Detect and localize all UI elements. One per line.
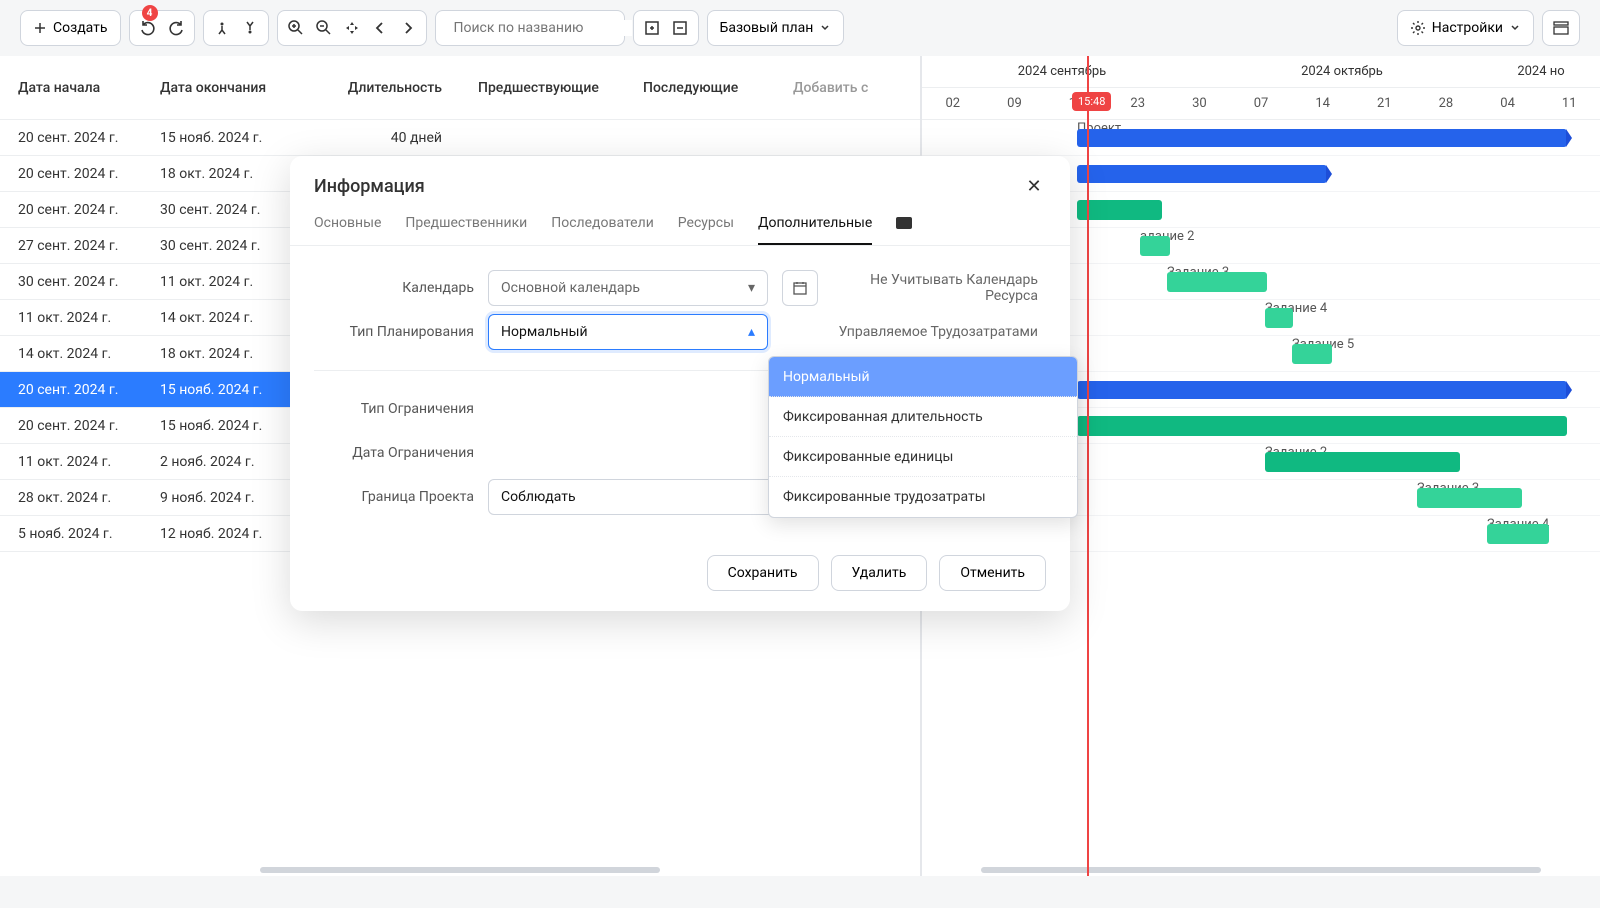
calendar-select[interactable]: Основной календарь▾ <box>488 270 768 306</box>
dropdown-option[interactable]: Фиксированные единицы <box>769 437 1077 477</box>
gantt-bar[interactable] <box>1077 381 1567 399</box>
modal-tabs: Основные Предшественники Последователи Р… <box>290 197 1070 246</box>
zoom-in-button[interactable] <box>284 16 308 40</box>
gantt-month: 2024 но <box>1482 56 1600 87</box>
zoom-fit-button[interactable] <box>340 16 364 40</box>
dropdown-option[interactable]: Нормальный <box>769 357 1077 397</box>
label-boundary: Граница Проекта <box>314 489 474 505</box>
view-group <box>633 10 699 46</box>
scheduling-dropdown: Нормальный Фиксированная длительность Фи… <box>768 356 1078 518</box>
gantt-day: 14 <box>1292 88 1354 120</box>
label-constraint: Тип Ограничения <box>314 401 474 417</box>
info-modal: Информация ✕ Основные Предшественники По… <box>290 156 1070 611</box>
tab-advanced[interactable]: Дополнительные <box>758 215 872 245</box>
gantt-day: 28 <box>1415 88 1477 120</box>
gantt-day: 04 <box>1477 88 1539 120</box>
aside-calendar: Не Учитывать Календарь Ресурса <box>832 272 1046 304</box>
gantt-bar[interactable] <box>1077 200 1162 220</box>
col-start[interactable]: Дата начала <box>0 80 150 96</box>
boundary-select[interactable]: Соблюдать▾ <box>488 479 808 515</box>
gantt-day: 02 <box>922 88 984 120</box>
collapse-button[interactable] <box>668 16 692 40</box>
zoom-out-button[interactable] <box>312 16 336 40</box>
grid-header: Дата начала Дата окончания Длительность … <box>0 56 920 120</box>
scheduling-select[interactable]: Нормальный▴ <box>488 314 768 350</box>
col-predecessors[interactable]: Предшествующие <box>460 80 625 96</box>
dropdown-option[interactable]: Фиксированная длительность <box>769 397 1077 437</box>
col-add[interactable]: Добавить с <box>775 80 895 96</box>
label-constraint-date: Дата Ограничения <box>314 445 474 461</box>
label-calendar: Календарь <box>314 280 474 296</box>
gantt-bar[interactable] <box>1077 416 1567 436</box>
cancel-button[interactable]: Отменить <box>939 555 1046 591</box>
gantt-day: 11 <box>1538 88 1600 120</box>
indent-button[interactable] <box>238 16 262 40</box>
gantt-scrollbar[interactable] <box>922 864 1600 876</box>
gantt-day: 30 <box>1169 88 1231 120</box>
gear-icon <box>1410 20 1426 36</box>
toolbar: Создать 4 Базовый план Настройки <box>0 0 1600 56</box>
gantt-day: 09 <box>984 88 1046 120</box>
gantt-day: 21 <box>1353 88 1415 120</box>
aside-scheduling: Управляемое Трудозатратами <box>782 324 1046 340</box>
gantt-bar[interactable] <box>1265 308 1293 328</box>
notes-icon[interactable] <box>896 217 912 229</box>
gantt-month: 2024 октябрь <box>1202 56 1482 87</box>
col-duration[interactable]: Длительность <box>310 80 460 96</box>
chevron-down-icon <box>819 22 831 34</box>
calendar-picker-button[interactable] <box>782 270 818 306</box>
table-row[interactable]: 20 сент. 2024 г.15 нояб. 2024 г.40 дней <box>0 120 920 156</box>
next-button[interactable] <box>396 16 420 40</box>
zoom-group <box>277 10 427 46</box>
modal-title: Информация <box>314 176 425 197</box>
chevron-down-icon <box>1509 22 1521 34</box>
indent-group <box>203 10 269 46</box>
delete-button[interactable]: Удалить <box>831 555 928 591</box>
prev-button[interactable] <box>368 16 392 40</box>
layout-toggle[interactable] <box>1542 10 1580 46</box>
gantt-bar[interactable] <box>1417 488 1522 508</box>
now-line <box>1087 56 1089 876</box>
gantt-month: 2024 сентябрь <box>922 56 1202 87</box>
gantt-bar[interactable] <box>1140 236 1170 256</box>
outdent-button[interactable] <box>210 16 234 40</box>
expand-button[interactable] <box>640 16 664 40</box>
gantt-day: 23 <box>1107 88 1169 120</box>
dropdown-option[interactable]: Фиксированные трудозатраты <box>769 477 1077 517</box>
tab-resources[interactable]: Ресурсы <box>678 215 734 245</box>
now-time-badge: 15:48 <box>1072 92 1111 111</box>
search-input[interactable] <box>435 10 625 46</box>
gantt-bar[interactable] <box>1077 165 1327 183</box>
tab-successors[interactable]: Последователи <box>551 215 654 245</box>
grid-scrollbar[interactable] <box>0 864 920 876</box>
redo-button[interactable] <box>164 16 188 40</box>
gantt-bar[interactable] <box>1487 524 1549 544</box>
label-scheduling: Тип Планирования <box>314 324 474 340</box>
close-button[interactable]: ✕ <box>1022 176 1046 197</box>
gantt-bar[interactable] <box>1265 452 1460 472</box>
tab-predecessors[interactable]: Предшественники <box>405 215 527 245</box>
create-button[interactable]: Создать <box>20 10 121 46</box>
col-successors[interactable]: Последующие <box>625 80 775 96</box>
gantt-bar[interactable] <box>1292 344 1332 364</box>
undo-badge: 4 <box>142 5 158 21</box>
gantt-day: 07 <box>1230 88 1292 120</box>
settings-button[interactable]: Настройки <box>1397 10 1534 46</box>
col-end[interactable]: Дата окончания <box>150 80 310 96</box>
tab-main[interactable]: Основные <box>314 215 381 245</box>
gantt-bar[interactable] <box>1077 129 1567 147</box>
undo-redo-group: 4 <box>129 10 195 46</box>
baseline-button[interactable]: Базовый план <box>707 10 845 46</box>
save-button[interactable]: Сохранить <box>707 555 819 591</box>
gantt-bar[interactable] <box>1167 272 1267 292</box>
